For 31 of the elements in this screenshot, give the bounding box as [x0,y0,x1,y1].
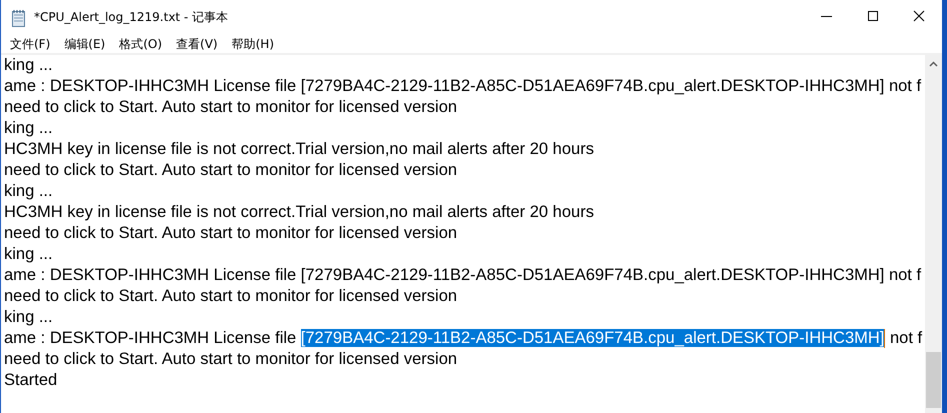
text-line: ame : DESKTOP-IHHC3MH License file [7279BA4C-2129-11B2-A85C-D51AEA69F74B.cpu_alert.DESKTOP-IHHC3MH] not f [4,265,922,286]
text-line: need to click to Start. Auto start to monitor for licensed version [4,97,458,118]
maximize-icon [867,10,879,22]
text-line: king ... [4,55,54,76]
line-text: not f [888,329,922,347]
text-line: need to click to Start. Auto start to monitor for licensed version [4,286,458,307]
close-icon [913,10,925,22]
menu-item[interactable]: 编辑(E) [57,36,112,52]
text-line: king ... [4,244,54,265]
text-line: king ... [4,307,54,328]
menu-item[interactable]: 文件(F) [3,36,58,52]
text-line: need to click to Start. Auto start to monitor for licensed version [4,349,458,370]
line-text: ame : DESKTOP-IHHC3MH License file [4,329,298,347]
scroll-thumb[interactable] [926,352,941,408]
text-line: king ... [4,181,54,202]
text-line: Started [4,370,58,391]
text-line: HC3MH key in license file is not correct.Trial version,no mail alerts after 20 hours [4,139,595,160]
scrollbar[interactable] [925,55,942,413]
text-line: need to click to Start. Auto start to monitor for licensed version [4,160,458,181]
menu-item[interactable]: 查看(V) [169,36,225,52]
text-line: king ... [4,118,54,139]
text-cursor [884,329,886,348]
text-line: need to click to Start. Auto start to monitor for licensed version [4,223,458,244]
menu-item[interactable]: 帮助(H) [224,36,281,52]
window-title: *CPU_Alert_log_1219.txt - 记事本 [34,9,228,26]
scroll-up-icon[interactable] [929,61,938,67]
menu-item[interactable]: 格式(O) [112,36,170,52]
selected-text: [7279BA4C-2129-11B2-A85C-D51AEA69F74B.cpu_alert.DESKTOP-IHHC3MH] [300,329,884,347]
text-line: HC3MH key in license file is not correct.Trial version,no mail alerts after 20 hours [4,202,595,223]
text-line: ame : DESKTOP-IHHC3MH License file [7279BA4C-2129-11B2-A85C-D51AEA69F74B.cpu_alert.DESKTOP-IHHC3MH] not f [4,76,922,97]
notepad-icon [11,8,27,26]
